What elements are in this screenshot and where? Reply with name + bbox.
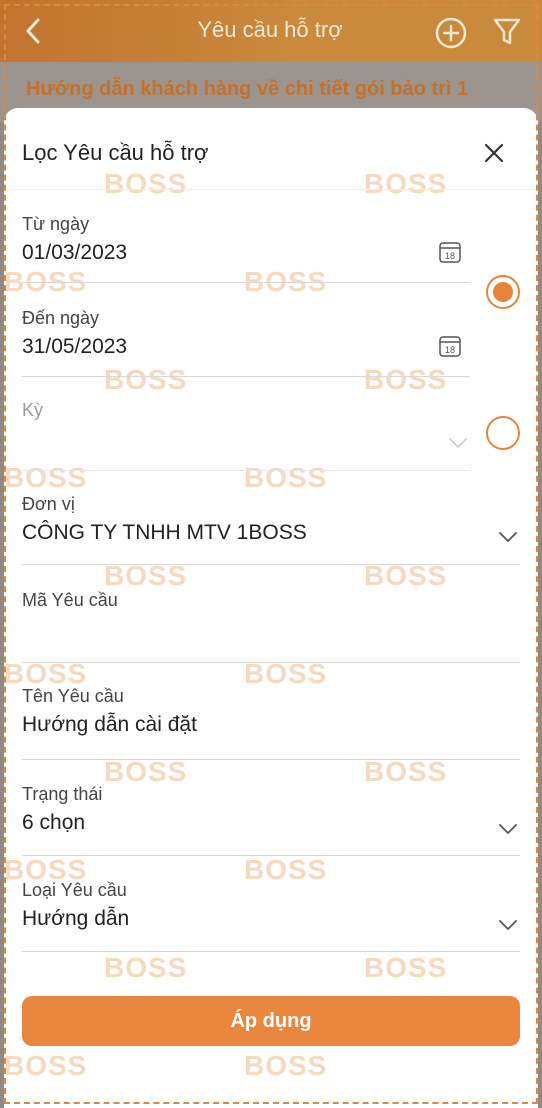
divider (22, 470, 470, 471)
request-type-field[interactable]: Loại Yêu cầu Hướng dẫn (22, 880, 520, 931)
watermark-logo: BOSS (244, 1050, 328, 1081)
close-icon (484, 143, 504, 163)
add-request-button[interactable] (434, 16, 468, 50)
request-code-field[interactable]: Mã Yêu cầu (22, 590, 520, 617)
request-code-label: Mã Yêu cầu (22, 590, 118, 610)
status-label: Trạng thái (22, 784, 103, 804)
top-nav-bar: Yêu cầu hỗ trợ (0, 0, 542, 62)
divider (22, 376, 470, 377)
unit-value: CÔNG TY TNHH MTV 1BOSS (22, 521, 307, 544)
period-label: Kỳ (22, 400, 44, 420)
plus-circle-icon (435, 17, 467, 49)
unit-label: Đơn vị (22, 494, 75, 514)
chevron-down-icon (498, 530, 518, 542)
period-radio[interactable] (486, 416, 520, 450)
chevron-down-icon (448, 436, 468, 448)
from-date-value: 01/03/2023 (22, 241, 128, 264)
back-button[interactable] (18, 14, 48, 48)
to-date-field[interactable]: Đến ngày 31/05/2023 (22, 308, 468, 359)
watermark-logo: BOSS (104, 364, 188, 395)
svg-text:18: 18 (445, 251, 455, 261)
to-date-label: Đến ngày (22, 308, 100, 328)
filter-icon (493, 18, 521, 45)
calendar-icon[interactable]: 18 (438, 240, 462, 264)
watermark-logo: BOSS (4, 1050, 88, 1081)
calendar-icon[interactable]: 18 (438, 334, 462, 358)
radio-selected-dot (493, 282, 513, 302)
watermark-logo: BOSS (4, 462, 88, 493)
divider (22, 951, 520, 952)
chevron-left-icon (26, 18, 40, 44)
sheet-title: Lọc Yêu cầu hỗ trợ (22, 140, 209, 165)
apply-button[interactable]: Áp dụng (22, 996, 520, 1046)
divider (22, 282, 470, 283)
request-type-value: Hướng dẫn (22, 907, 130, 930)
watermark-logo: BOSS (104, 952, 188, 983)
filter-button[interactable] (492, 16, 522, 48)
filter-sheet: BOSS BOSS BOSS BOSS BOSS BOSS BOSS BOSS … (4, 108, 538, 1108)
svg-text:18: 18 (445, 345, 455, 355)
date-range-radio[interactable] (486, 275, 520, 309)
status-value: 6 chọn (22, 811, 86, 834)
status-field[interactable]: Trạng thái 6 chọn (22, 784, 520, 835)
from-date-label: Từ ngày (22, 214, 90, 234)
divider (22, 662, 520, 663)
watermark-logo: BOSS (244, 462, 328, 493)
page-title: Yêu cầu hỗ trợ (197, 17, 343, 42)
chevron-down-icon (498, 822, 518, 834)
sheet-header: Lọc Yêu cầu hỗ trợ (4, 108, 538, 190)
divider (22, 759, 520, 760)
to-date-value: 31/05/2023 (22, 335, 128, 358)
from-date-field[interactable]: Từ ngày 01/03/2023 (22, 214, 468, 265)
watermark-logo: BOSS (364, 364, 448, 395)
background-item-title: Hướng dẫn khách hàng về chi tiết gói bảo… (26, 78, 469, 100)
unit-field[interactable]: Đơn vị CÔNG TY TNHH MTV 1BOSS (22, 494, 520, 545)
divider (22, 855, 520, 856)
period-field[interactable]: Kỳ (22, 400, 468, 427)
request-type-label: Loại Yêu cầu (22, 880, 127, 900)
request-name-label: Tên Yêu cầu (22, 686, 124, 706)
divider (22, 564, 520, 565)
request-name-field[interactable]: Tên Yêu cầu Hướng dẫn cài đặt (22, 686, 520, 737)
request-name-value: Hướng dẫn cài đặt (22, 713, 197, 736)
chevron-down-icon (498, 918, 518, 930)
close-button[interactable] (482, 141, 506, 165)
watermark-logo: BOSS (364, 952, 448, 983)
